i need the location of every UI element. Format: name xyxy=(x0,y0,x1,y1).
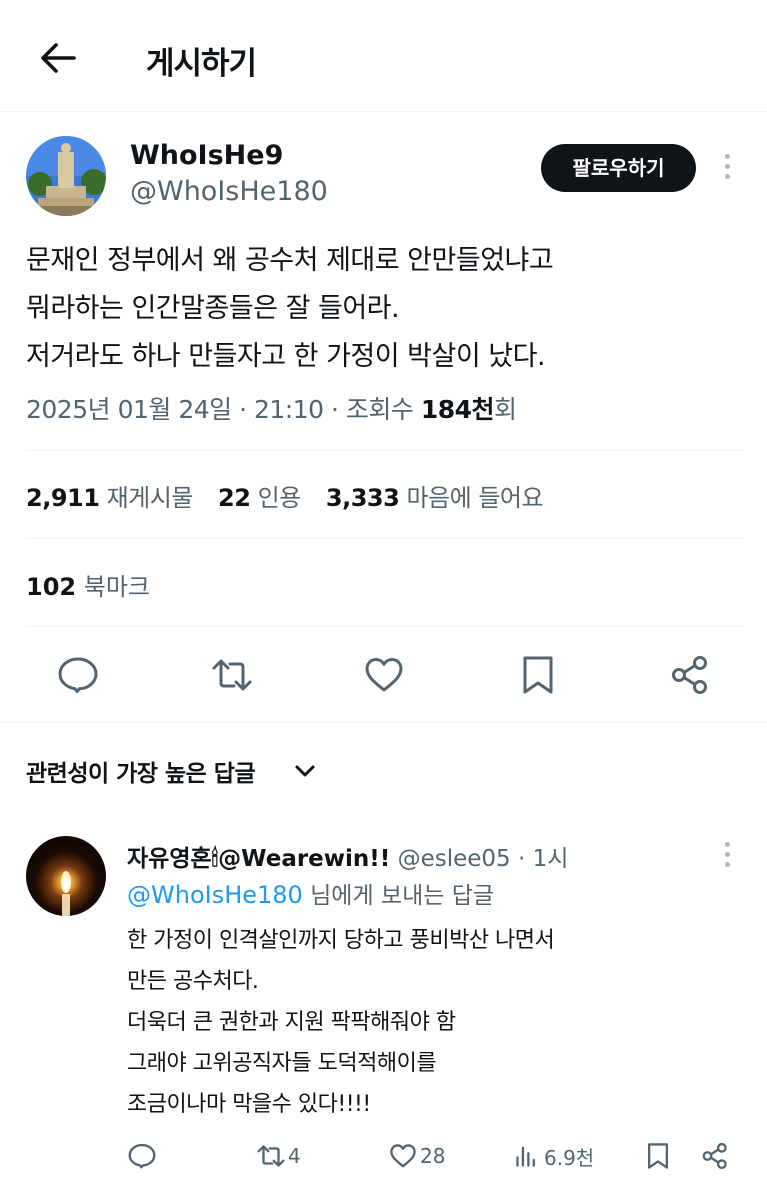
mention-link[interactable]: @WhoIsHe180 xyxy=(127,881,303,909)
bookmark-stats: 102 북마크 xyxy=(26,567,150,602)
reply-button[interactable] xyxy=(56,653,100,697)
reply-to-suffix: 님에게 보내는 답글 xyxy=(302,883,495,909)
post-meta: 2025년 01월 24일 · 21:10 · 조회수 184천회 xyxy=(26,390,517,426)
reply-views-button[interactable]: 6.9천 xyxy=(512,1136,594,1176)
view-count: 184천 xyxy=(420,395,495,424)
retweet-count[interactable]: 2,911 xyxy=(26,484,100,512)
like-label[interactable]: 마음에 들어요 xyxy=(406,484,543,512)
reply-more-options-icon[interactable] xyxy=(720,842,734,870)
back-button[interactable] xyxy=(38,40,78,76)
author-handle[interactable]: @WhoIsHe180 xyxy=(130,176,328,207)
reply-handle[interactable]: @eslee05 xyxy=(398,846,511,872)
divider xyxy=(26,538,743,539)
top-bar: 게시하기 xyxy=(0,0,767,112)
reply-icon xyxy=(58,657,98,693)
reply-time[interactable]: · 1시 xyxy=(518,846,568,872)
share-button[interactable] xyxy=(668,653,712,697)
heart-icon xyxy=(365,658,403,692)
reply-view-count: 6.9천 xyxy=(544,1145,595,1170)
views-chart-icon xyxy=(516,1146,535,1167)
reply-retweet-button[interactable]: 4 xyxy=(256,1136,301,1176)
retweet-label[interactable]: 재게시물 xyxy=(107,484,194,512)
reply-text-line: 한 가정이 인격살인까지 당하고 풍비박산 나면서 xyxy=(127,928,555,953)
candle-avatar-image xyxy=(61,871,71,916)
reply-text-line: 그래야 고위공직자들 도덕적해이를 xyxy=(127,1051,437,1076)
bookmark-label: 북마크 xyxy=(83,573,150,601)
more-options-icon[interactable] xyxy=(718,154,736,186)
quote-count[interactable]: 22 xyxy=(218,484,251,512)
like-count[interactable]: 3,333 xyxy=(326,484,400,512)
reply-display-name[interactable]: 자유영혼🕯@Wearewin!! xyxy=(127,846,390,872)
reply-text-line: 조금이나마 막을수 있다!!!! xyxy=(127,1092,371,1117)
reply-text-line: 만든 공수처다. xyxy=(127,969,259,994)
post-text: 문재인 정부에서 왜 공수처 제대로 안만들었냐고 뭐라하는 인간말종들은 잘 … xyxy=(26,237,746,381)
page-title: 게시하기 xyxy=(146,46,257,82)
retweet-icon xyxy=(212,659,252,691)
author-display-name[interactable]: WhoIsHe9 xyxy=(130,140,283,171)
reply-author-avatar[interactable] xyxy=(26,836,106,916)
bookmark-button[interactable] xyxy=(516,653,560,697)
retweet-button[interactable] xyxy=(210,653,254,697)
reply-to-line: @WhoIsHe180 님에게 보내는 답글 xyxy=(127,876,494,910)
post-timestamp[interactable]: 2025년 01월 24일 · 21:10 · 조회수 xyxy=(26,395,421,424)
retweet-icon xyxy=(257,1145,285,1167)
heart-icon xyxy=(390,1144,416,1168)
reply-reply-button[interactable] xyxy=(127,1136,157,1176)
share-icon xyxy=(672,656,707,694)
divider xyxy=(26,626,743,627)
chevron-down-icon[interactable] xyxy=(292,760,318,782)
bookmark-icon xyxy=(523,656,553,694)
reply-retweet-count: 4 xyxy=(288,1144,301,1168)
reply-sort-label[interactable]: 관련성이 가장 높은 답글 xyxy=(26,754,256,788)
reply-text: 한 가정이 인격살인까지 당하고 풍비박산 나면서 만든 공수처다. 더욱더 큰… xyxy=(127,920,555,1125)
reply-icon xyxy=(128,1143,156,1169)
share-icon xyxy=(702,1142,727,1170)
post-text-line: 문재인 정부에서 왜 공수처 제대로 안만들었냐고 xyxy=(26,245,554,276)
reply-share-button[interactable] xyxy=(700,1136,730,1176)
view-suffix: 회 xyxy=(494,395,517,424)
avatar-image xyxy=(26,136,106,216)
reply-text-line: 더욱더 큰 권한과 지원 팍팍해줘야 함 xyxy=(127,1010,456,1035)
post-text-line: 저거라도 하나 만들자고 한 가정이 박살이 났다. xyxy=(26,341,546,372)
reply-header: 자유영혼🕯@Wearewin!! @eslee05 · 1시 xyxy=(127,839,568,873)
follow-button[interactable]: 팔로우하기 xyxy=(541,144,696,192)
quote-label[interactable]: 인용 xyxy=(258,484,302,512)
post-stats: 2,911 재게시물 22 인용 3,333 마음에 들어요 xyxy=(26,478,561,513)
author-avatar[interactable] xyxy=(26,136,106,216)
post-text-line: 뭐라하는 인간말종들은 잘 들어라. xyxy=(26,293,400,324)
reply-bookmark-button[interactable] xyxy=(643,1136,673,1176)
arrow-left-icon xyxy=(41,43,76,73)
bookmark-count: 102 xyxy=(26,573,77,601)
reply-like-button[interactable]: 28 xyxy=(388,1136,445,1176)
reply-like-count: 28 xyxy=(420,1144,446,1168)
like-button[interactable] xyxy=(362,653,406,697)
divider xyxy=(26,450,743,451)
divider xyxy=(0,722,767,723)
bookmark-icon xyxy=(647,1143,669,1169)
